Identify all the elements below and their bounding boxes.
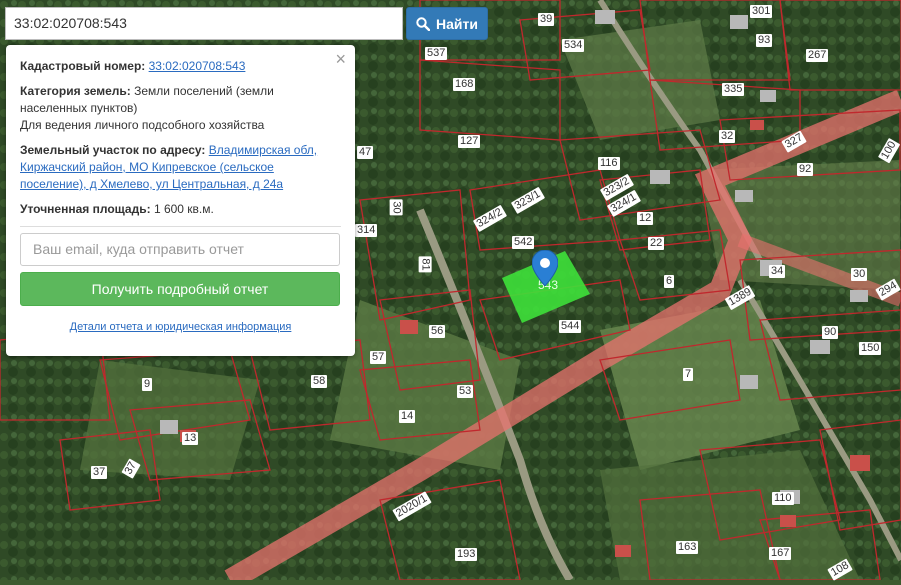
category-label: Категория земель: bbox=[20, 84, 131, 98]
plot-label: 9 bbox=[142, 378, 153, 391]
plot-label: 537 bbox=[425, 47, 448, 60]
plot-label: 34 bbox=[769, 265, 786, 278]
plot-label: 22 bbox=[648, 237, 665, 250]
plot-label: 301 bbox=[750, 5, 773, 18]
map-pin-icon[interactable] bbox=[532, 250, 558, 286]
plot-label: 7 bbox=[683, 368, 694, 381]
plot-label: 81 bbox=[418, 256, 432, 273]
plot-label: 534 bbox=[562, 39, 585, 52]
plot-label: 150 bbox=[859, 342, 882, 355]
get-report-button[interactable]: Получить подробный отчет bbox=[20, 272, 340, 306]
area-label: Уточненная площадь: bbox=[20, 202, 151, 216]
category-row: Категория земель: Земли поселений (земли… bbox=[20, 83, 341, 134]
plot-label: 12 bbox=[637, 212, 654, 225]
plot-label: 57 bbox=[370, 351, 387, 364]
address-label: Земельный участок по адресу: bbox=[20, 143, 206, 157]
area-row: Уточненная площадь: 1 600 кв.м. bbox=[20, 201, 341, 218]
plot-label: 47 bbox=[357, 146, 374, 159]
plot-label: 163 bbox=[676, 541, 699, 554]
plot-label: 314 bbox=[355, 224, 378, 237]
plot-label: 127 bbox=[458, 135, 481, 148]
address-row: Земельный участок по адресу: Владимирска… bbox=[20, 142, 341, 193]
plot-label: 542 bbox=[512, 236, 535, 249]
email-field[interactable]: Ваш email, куда отправить отчет bbox=[20, 233, 340, 266]
plot-label: 90 bbox=[822, 326, 839, 339]
plot-label: 167 bbox=[769, 547, 792, 560]
plot-label: 30 bbox=[851, 268, 868, 281]
plot-label: 116 bbox=[598, 157, 620, 170]
cadastral-row: Кадастровый номер: 33:02:020708:543 bbox=[20, 58, 341, 75]
plot-label: 544 bbox=[559, 320, 582, 333]
plot-label: 193 bbox=[455, 548, 478, 561]
plot-label: 92 bbox=[797, 163, 814, 176]
divider bbox=[20, 226, 341, 227]
plot-label: 6 bbox=[664, 275, 675, 288]
plot-label: 53 bbox=[457, 385, 474, 398]
area-value: 1 600 кв.м. bbox=[153, 202, 214, 216]
usage-value: Для ведения личного подсобного хозяйства bbox=[20, 118, 265, 132]
search-button[interactable]: Найти bbox=[406, 7, 488, 40]
plot-label: 37 bbox=[91, 466, 108, 479]
cadastral-link[interactable]: 33:02:020708:543 bbox=[149, 59, 246, 73]
search-button-label: Найти bbox=[436, 15, 478, 32]
plot-label: 93 bbox=[756, 34, 773, 47]
plot-label: 110 bbox=[772, 492, 794, 505]
plot-label: 39 bbox=[538, 13, 555, 26]
search-input[interactable]: 33:02:020708:543 bbox=[5, 7, 403, 40]
plot-label: 58 bbox=[311, 375, 328, 388]
plot-label: 13 bbox=[182, 432, 199, 445]
plot-label: 267 bbox=[806, 49, 829, 62]
plot-label: 335 bbox=[722, 83, 745, 96]
plot-label: 32 bbox=[719, 130, 736, 143]
close-icon[interactable]: × bbox=[335, 50, 346, 68]
plot-label: 168 bbox=[453, 78, 476, 91]
cadastral-label: Кадастровый номер: bbox=[20, 59, 146, 73]
plot-label: 30 bbox=[389, 199, 403, 216]
plot-label: 14 bbox=[399, 410, 416, 423]
plot-label: 56 bbox=[429, 325, 446, 338]
details-link[interactable]: Детали отчета и юридическая информация bbox=[20, 319, 341, 336]
search-icon bbox=[416, 16, 431, 31]
parcel-info-popup: × Кадастровый номер: 33:02:020708:543 Ка… bbox=[6, 45, 355, 356]
